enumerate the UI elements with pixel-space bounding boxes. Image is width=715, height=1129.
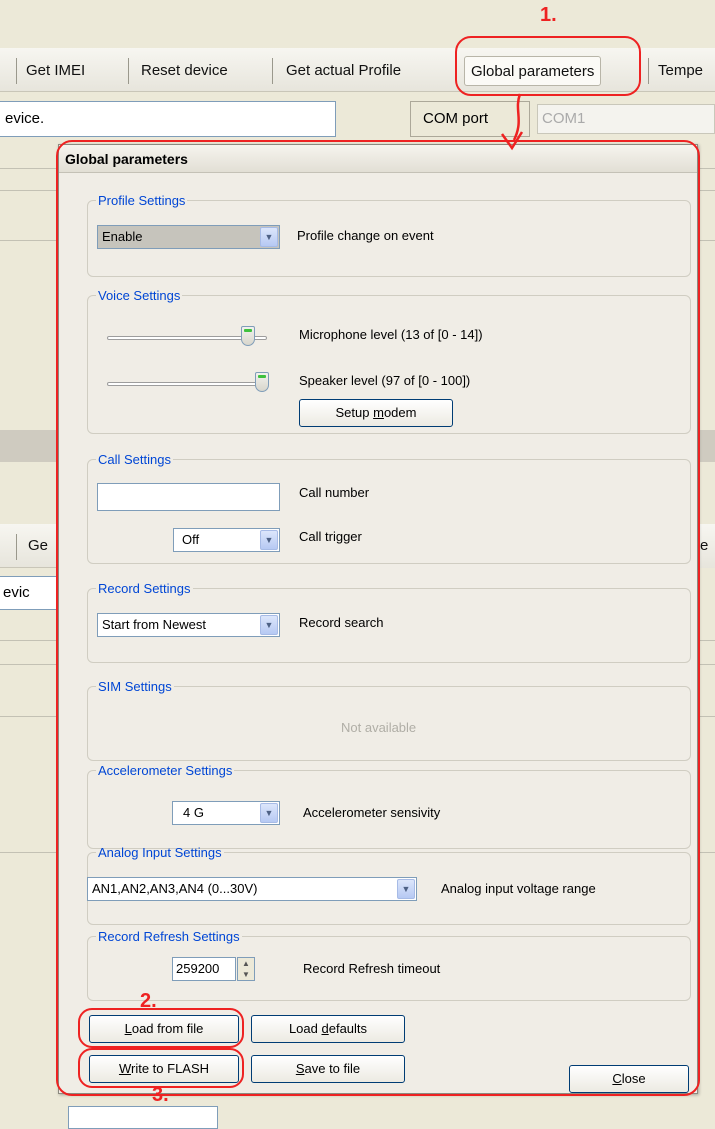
toolbar-separator [16, 534, 17, 560]
status-text-box: evice. [0, 101, 336, 137]
step-2-highlight [78, 1008, 244, 1048]
toolbar-separator [272, 58, 273, 84]
toolbar-separator [648, 58, 649, 84]
get-imei-button[interactable]: Get IMEI [20, 56, 91, 86]
step-3-label: 3. [152, 1084, 169, 1106]
toolbar-separator [16, 58, 17, 84]
step-1-highlight [455, 36, 641, 96]
com-port-select[interactable]: COM1 [537, 104, 715, 134]
toolbar-separator [128, 58, 129, 84]
background-toolbar-2: Ge [0, 524, 58, 568]
reset-device-button[interactable]: Reset device [135, 56, 234, 86]
dialog-highlight [56, 140, 700, 1096]
cut-status-text: evic [3, 584, 30, 601]
cut-button-label[interactable]: Ge [22, 531, 54, 561]
tempe-button[interactable]: Tempe [652, 56, 709, 86]
step-3-highlight [78, 1048, 244, 1088]
status-text: evice. [5, 110, 45, 127]
background-bottom-field [68, 1106, 218, 1129]
com-port-label: COM port [423, 110, 489, 127]
background-toolbar-2-right: e [698, 524, 715, 568]
cut-button-label-right[interactable]: e [700, 531, 708, 561]
get-actual-profile-button[interactable]: Get actual Profile [280, 56, 407, 86]
background-status-box: evic [0, 576, 58, 610]
com-port-value: COM1 [542, 110, 586, 127]
step-1-label: 1. [540, 4, 557, 26]
